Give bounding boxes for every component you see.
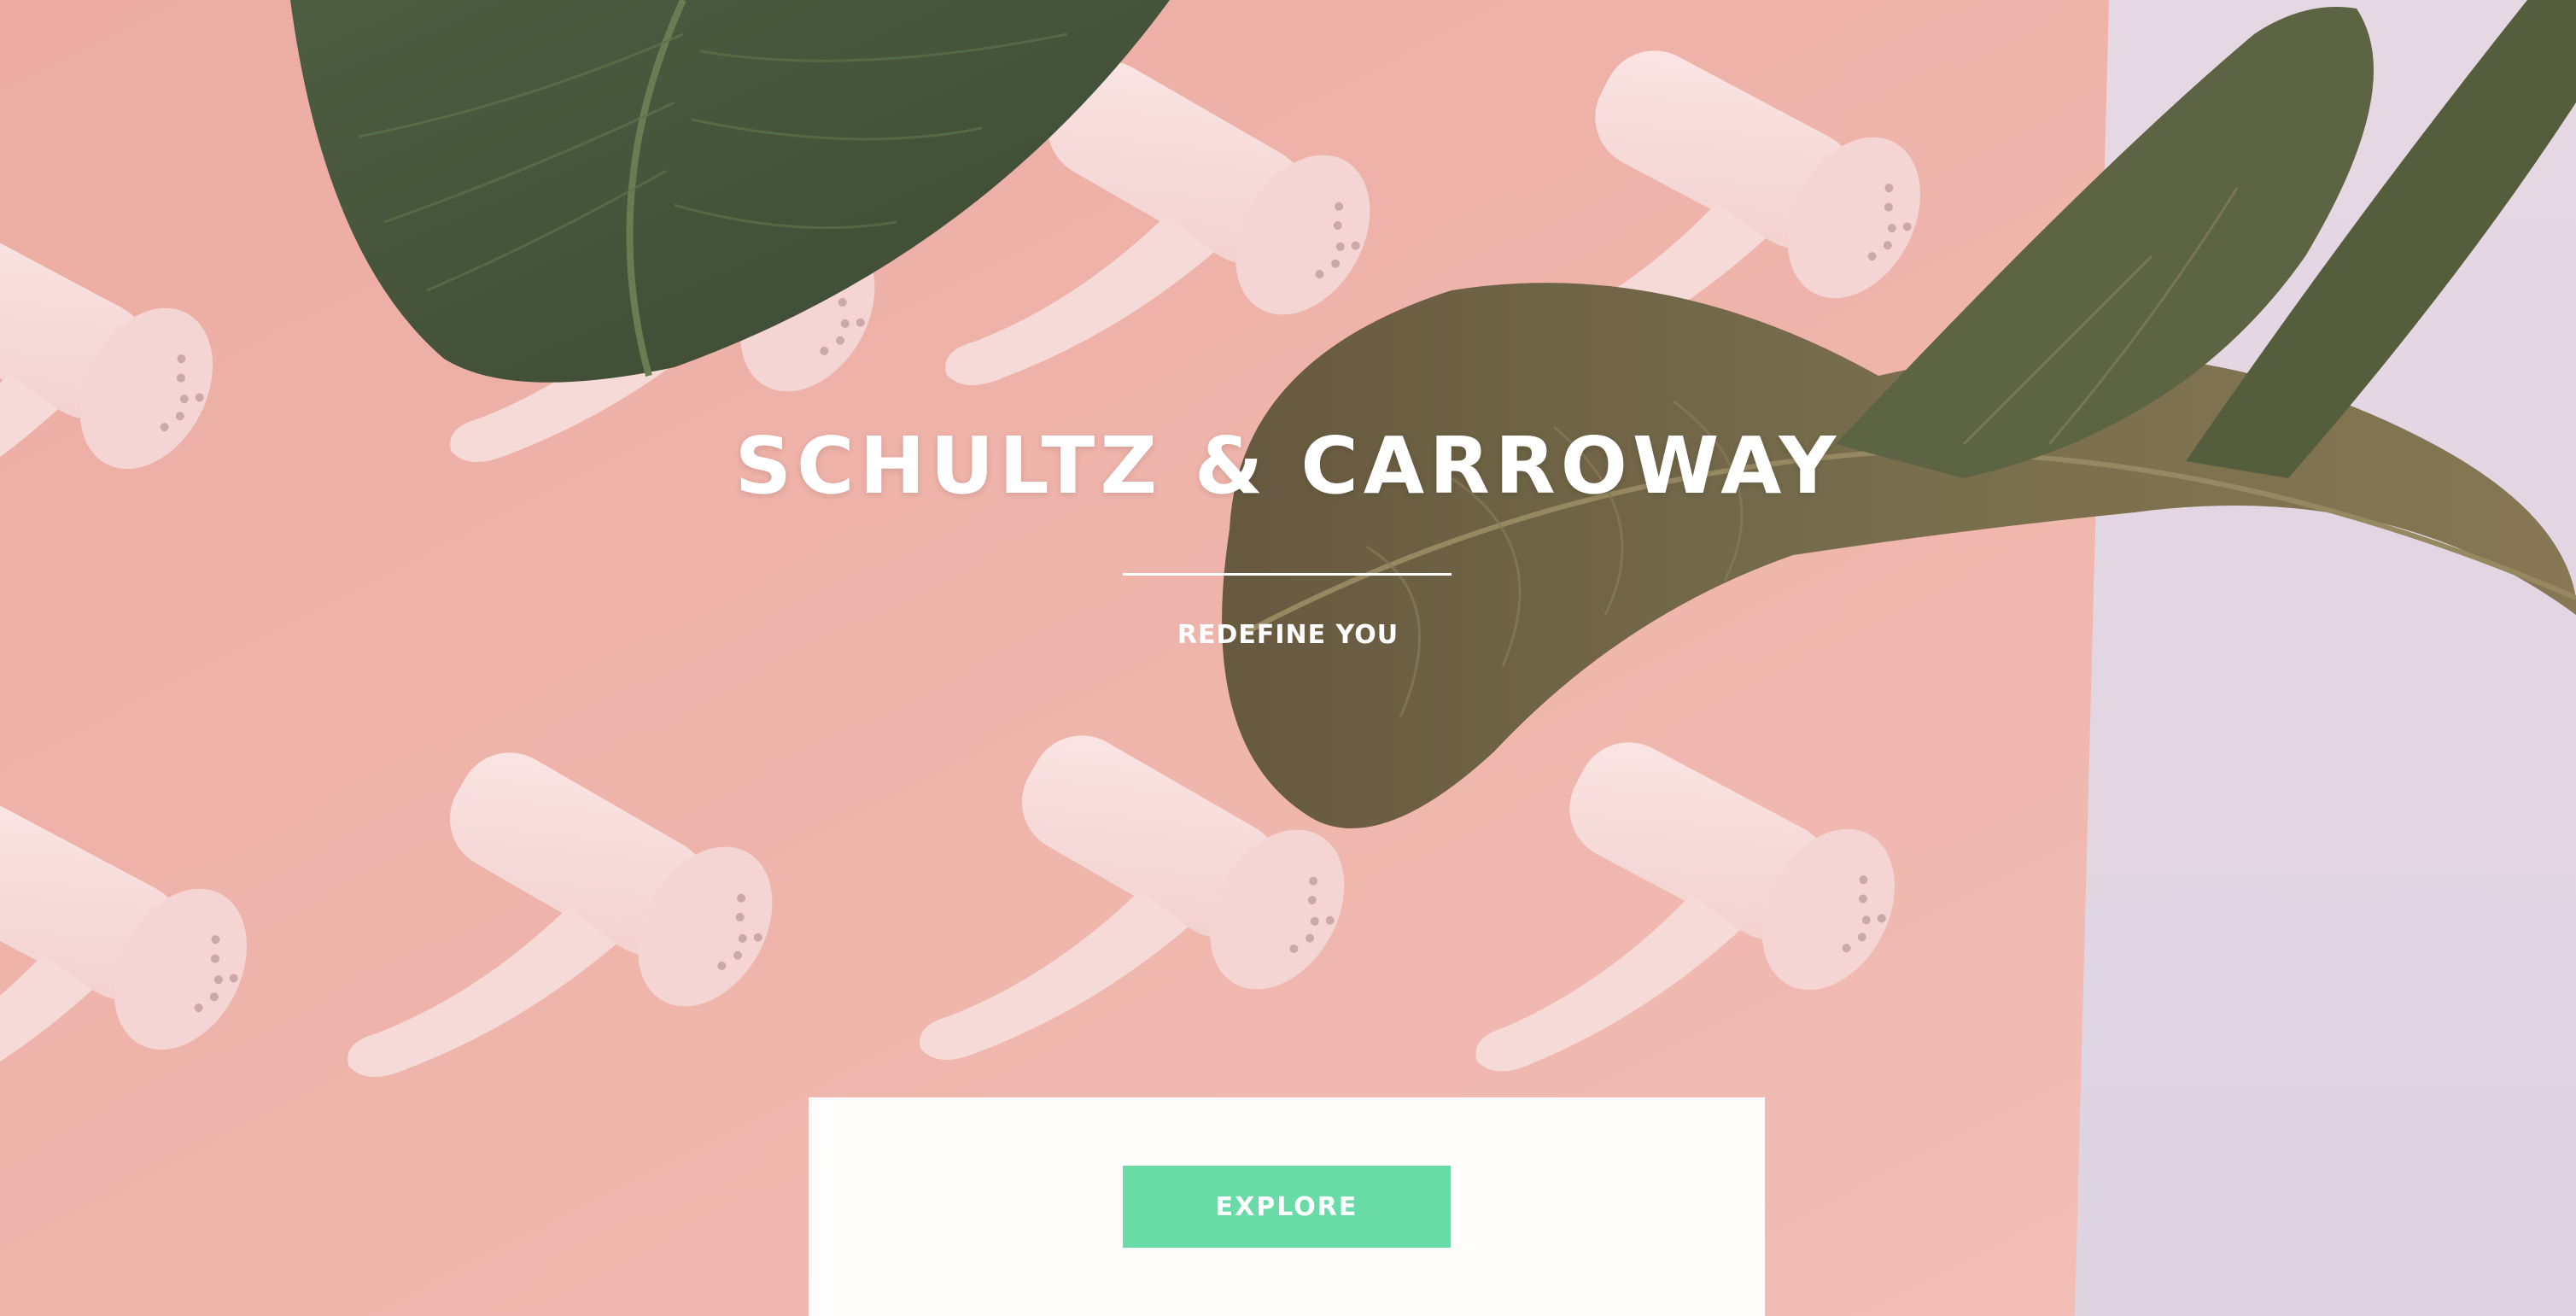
title-divider xyxy=(1123,573,1452,576)
tagline: REDEFINE YOU xyxy=(1177,620,1399,650)
brand-title: SCHULTZ & CARROWAY xyxy=(734,420,1842,512)
hero-section: SCHULTZ & CARROWAY REDEFINE YOU EXPLORE xyxy=(0,0,2576,1316)
explore-button[interactable]: EXPLORE xyxy=(1123,1166,1451,1248)
cta-panel: EXPLORE xyxy=(809,1097,1765,1316)
